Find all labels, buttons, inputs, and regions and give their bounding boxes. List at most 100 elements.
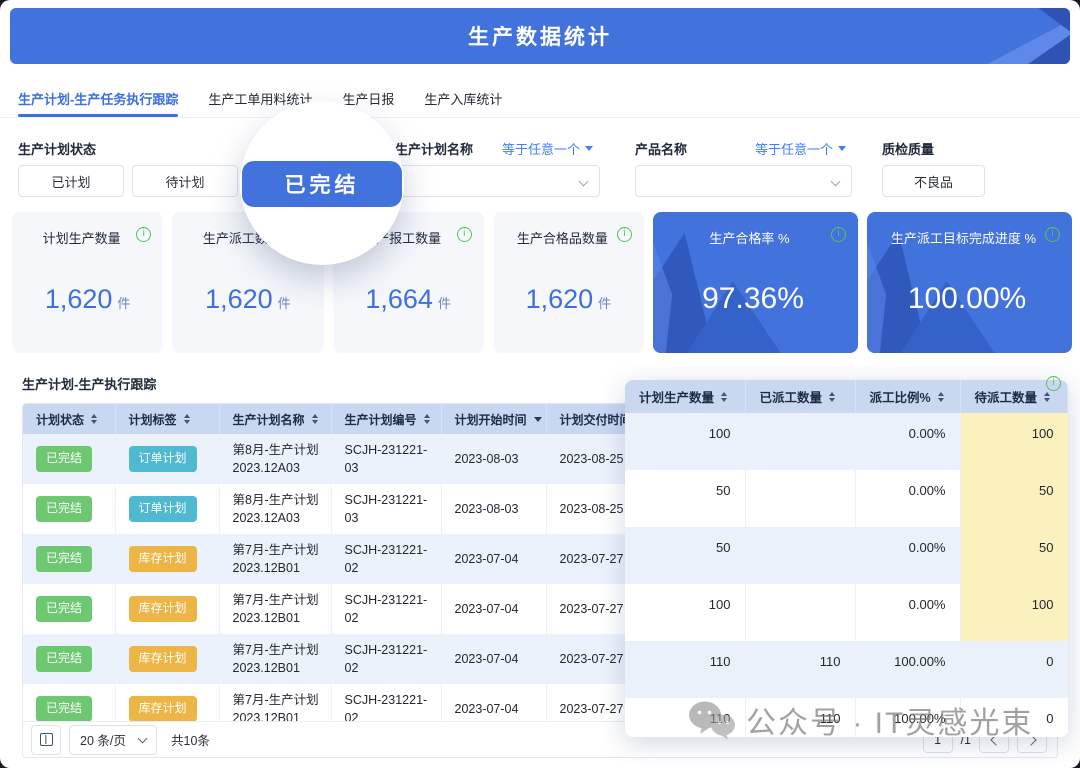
status-badge: 已完结 <box>36 546 92 571</box>
chevron-down-icon <box>831 177 841 187</box>
column-header[interactable]: 计划生产数量 <box>625 380 745 413</box>
product-select[interactable] <box>635 165 852 197</box>
info-icon[interactable] <box>1045 227 1060 242</box>
chevron-down-icon <box>138 733 148 743</box>
start-date-cell: 2023-07-04 <box>441 634 546 684</box>
info-icon[interactable] <box>1046 376 1061 391</box>
caret-down-icon <box>585 146 593 151</box>
table-section-title: 生产计划-生产执行跟踪 <box>22 374 156 393</box>
dispatch-row[interactable]: 50 0.00% 50 <box>625 470 1068 527</box>
column-header[interactable]: 生产计划名称 <box>219 404 331 434</box>
stat-card-value: 97.36% <box>702 282 804 315</box>
status-filter-finished-button[interactable]: 已完结 <box>242 161 402 207</box>
sort-icon[interactable] <box>91 414 97 424</box>
plan-code-cell: SCJH-231221-02 <box>331 684 441 723</box>
status-filter-button[interactable]: 已计划 <box>18 165 124 197</box>
product-operator-dropdown[interactable]: 等于任意一个 <box>755 139 846 158</box>
plan-name-cell: 第8月-生产计划 2023.12A03 <box>219 434 331 484</box>
tab[interactable]: 生产计划-生产任务执行跟踪 <box>18 80 178 117</box>
status-filter-button[interactable]: 待计划 <box>132 165 238 197</box>
status-filter-label: 生产计划状态 <box>18 139 96 158</box>
start-date-cell: 2023-07-04 <box>441 684 546 723</box>
stat-card: 生产派工目标完成进度 % 100.00% <box>867 212 1072 353</box>
tab[interactable]: 生产入库统计 <box>424 80 502 117</box>
sort-icon[interactable] <box>534 417 542 422</box>
status-badge: 已完结 <box>36 446 92 471</box>
tag-badge: 订单计划 <box>129 446 197 471</box>
product-filter-label: 产品名称 <box>635 139 687 158</box>
dispatch-row[interactable]: 100 0.00% 100 <box>625 413 1068 470</box>
sort-icon[interactable] <box>938 392 944 402</box>
info-icon[interactable] <box>617 227 632 242</box>
tag-badge: 库存计划 <box>129 596 197 621</box>
dispatch-row[interactable]: 50 0.00% 50 <box>625 527 1068 584</box>
status-badge: 已完结 <box>36 696 92 721</box>
stat-card-label: 生产合格率 % <box>653 228 858 247</box>
stat-card-label: 生产派工目标完成进度 % <box>867 228 1072 247</box>
quality-filter-label: 质检质量 <box>882 139 934 158</box>
dispatch-header-row: 计划生产数量 已派工数量 <box>625 380 1068 413</box>
dispatch-ratio-cell: 0.00% <box>855 413 960 470</box>
planned-qty-cell: 50 <box>625 527 745 584</box>
column-header[interactable]: 派工比例% <box>855 380 960 413</box>
plan-name-cell: 第7月-生产计划 2023.12B01 <box>219 534 331 584</box>
plan-code-cell: SCJH-231221-03 <box>331 484 441 534</box>
sort-icon[interactable] <box>184 414 190 424</box>
column-header[interactable]: 已派工数量 <box>745 380 855 413</box>
dispatched-qty-cell <box>745 527 855 584</box>
stat-card-value: 1,620 <box>526 284 594 314</box>
info-icon[interactable] <box>831 227 846 242</box>
stat-card: 生产合格率 % 97.36% <box>653 212 858 353</box>
chevron-down-icon <box>579 177 589 187</box>
column-header[interactable]: 生产计划编号 <box>331 404 441 434</box>
defect-filter-button[interactable]: 不良品 <box>882 165 985 197</box>
dispatched-qty-cell <box>745 413 855 470</box>
pending-qty-cell: 50 <box>960 470 1068 527</box>
sort-icon[interactable] <box>829 392 835 402</box>
plan-name-operator-dropdown[interactable]: 等于任意一个 <box>502 139 593 158</box>
stat-card-value: 1,620 <box>205 284 273 314</box>
columns-icon <box>40 733 53 746</box>
plan-code-cell: SCJH-231221-03 <box>331 434 441 484</box>
dispatch-ratio-cell: 0.00% <box>855 470 960 527</box>
dashboard-page: 生产数据统计 生产计划-生产任务执行跟踪 生产工单用料统计 生产日报 生产入库统… <box>0 0 1080 768</box>
column-settings-button[interactable] <box>31 725 61 755</box>
plan-name-select[interactable] <box>395 165 600 197</box>
dispatch-ratio-cell: 100.00% <box>855 698 960 737</box>
column-header[interactable]: 计划标签 <box>115 404 219 434</box>
sort-icon[interactable] <box>312 414 318 424</box>
page-size-select[interactable]: 20 条/页 <box>69 725 157 755</box>
dispatched-qty-cell <box>745 470 855 527</box>
start-date-cell: 2023-08-03 <box>441 434 546 484</box>
status-badge: 已完结 <box>36 496 92 521</box>
column-header[interactable]: 计划开始时间 <box>441 404 546 434</box>
stat-card: 生产合格品数量 1,620件 <box>493 212 644 353</box>
sort-icon[interactable] <box>424 414 430 424</box>
dispatched-qty-cell <box>745 584 855 641</box>
dispatch-row[interactable]: 110 110 100.00% 0 <box>625 641 1068 698</box>
column-header[interactable]: 计划状态 <box>23 404 115 434</box>
tag-badge: 库存计划 <box>129 646 197 671</box>
planned-qty-cell: 100 <box>625 413 745 470</box>
tag-badge: 库存计划 <box>129 696 197 721</box>
magnifier-highlight-circle: 已完结 <box>240 101 404 265</box>
info-icon[interactable] <box>457 227 472 242</box>
dispatch-table: 计划生产数量 已派工数量 <box>625 380 1068 737</box>
status-badge: 已完结 <box>36 596 92 621</box>
stat-card-value: 100.00% <box>908 282 1026 315</box>
sort-icon[interactable] <box>1044 392 1050 402</box>
stat-card: 计划生产数量 1,620件 <box>12 212 163 353</box>
plan-name-cell: 第7月-生产计划 2023.12B01 <box>219 584 331 634</box>
sort-icon[interactable] <box>721 392 727 402</box>
plan-name-filter-label: 生产计划名称 <box>395 139 473 158</box>
caret-down-icon <box>838 146 846 151</box>
dispatch-row[interactable]: 100 0.00% 100 <box>625 584 1068 641</box>
tag-badge: 订单计划 <box>129 496 197 521</box>
start-date-cell: 2023-07-04 <box>441 584 546 634</box>
plan-code-cell: SCJH-231221-02 <box>331 634 441 684</box>
pending-qty-cell: 100 <box>960 413 1068 470</box>
tag-badge: 库存计划 <box>129 546 197 571</box>
start-date-cell: 2023-08-03 <box>441 484 546 534</box>
page-header-banner: 生产数据统计 <box>10 8 1070 64</box>
dispatch-row[interactable]: 110 110 100.00% 0 <box>625 698 1068 737</box>
